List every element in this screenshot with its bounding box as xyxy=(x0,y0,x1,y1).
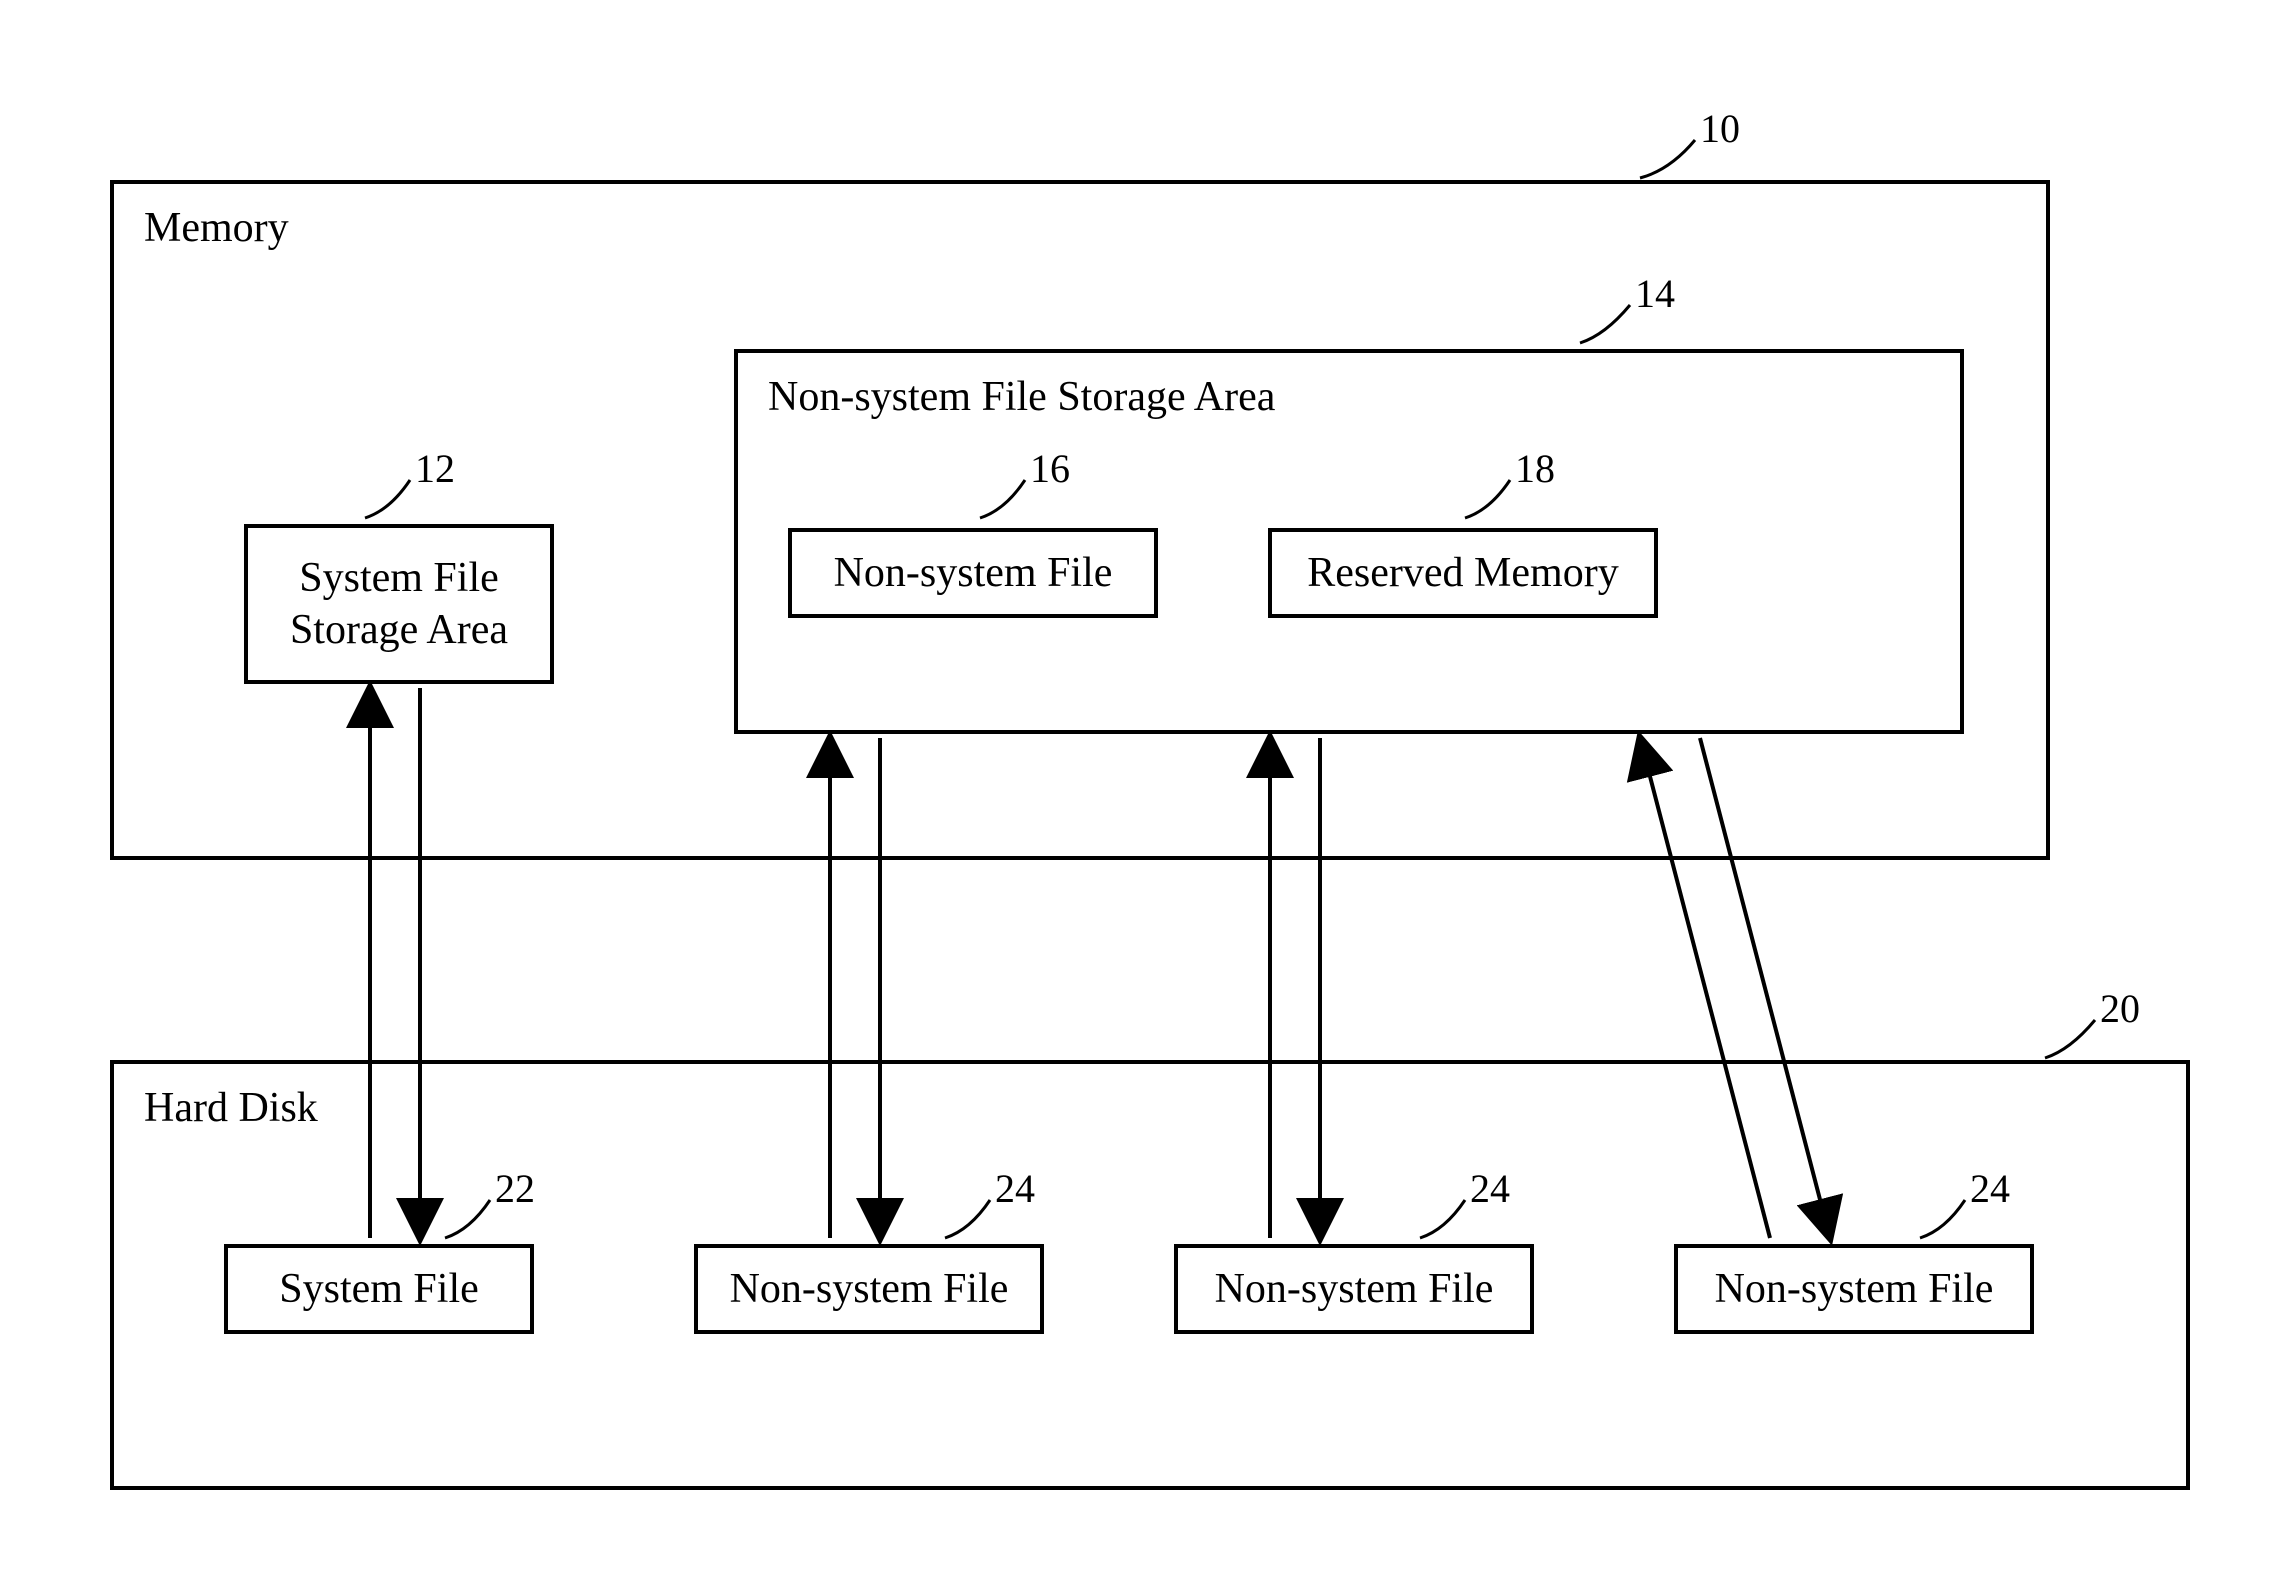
ref-24-2: 24 xyxy=(1470,1165,1510,1212)
hard-disk-title: Hard Disk xyxy=(144,1084,318,1132)
hard-disk-container: Hard Disk System File Non-system File No… xyxy=(110,1060,2190,1490)
non-system-file-label-1: Non-system File xyxy=(730,1263,1009,1316)
non-system-file-box-inner: Non-system File xyxy=(788,528,1158,618)
non-system-file-label-3: Non-system File xyxy=(1715,1263,1994,1316)
non-system-area-title: Non-system File Storage Area xyxy=(768,373,1275,421)
non-system-file-box-1: Non-system File xyxy=(694,1244,1044,1334)
system-file-storage-area-label: System File Storage Area xyxy=(290,552,508,657)
ref-14: 14 xyxy=(1635,270,1675,317)
memory-container: Memory System File Storage Area Non-syst… xyxy=(110,180,2050,860)
ref-22: 22 xyxy=(495,1165,535,1212)
non-system-file-inner-label: Non-system File xyxy=(834,547,1113,600)
ref-16: 16 xyxy=(1030,445,1070,492)
non-system-file-storage-area-container: Non-system File Storage Area Non-system … xyxy=(734,349,1964,734)
ref-18: 18 xyxy=(1515,445,1555,492)
reserved-memory-label: Reserved Memory xyxy=(1307,547,1618,600)
ref-24-3: 24 xyxy=(1970,1165,2010,1212)
non-system-file-box-2: Non-system File xyxy=(1174,1244,1534,1334)
ref-24-1: 24 xyxy=(995,1165,1035,1212)
ref-10: 10 xyxy=(1700,105,1740,152)
ref-20: 20 xyxy=(2100,985,2140,1032)
non-system-file-box-3: Non-system File xyxy=(1674,1244,2034,1334)
system-file-storage-area-box: System File Storage Area xyxy=(244,524,554,684)
system-file-label: System File xyxy=(279,1263,479,1316)
reserved-memory-box: Reserved Memory xyxy=(1268,528,1658,618)
ref-12: 12 xyxy=(415,445,455,492)
non-system-file-label-2: Non-system File xyxy=(1215,1263,1494,1316)
memory-title: Memory xyxy=(144,204,289,252)
system-file-box: System File xyxy=(224,1244,534,1334)
